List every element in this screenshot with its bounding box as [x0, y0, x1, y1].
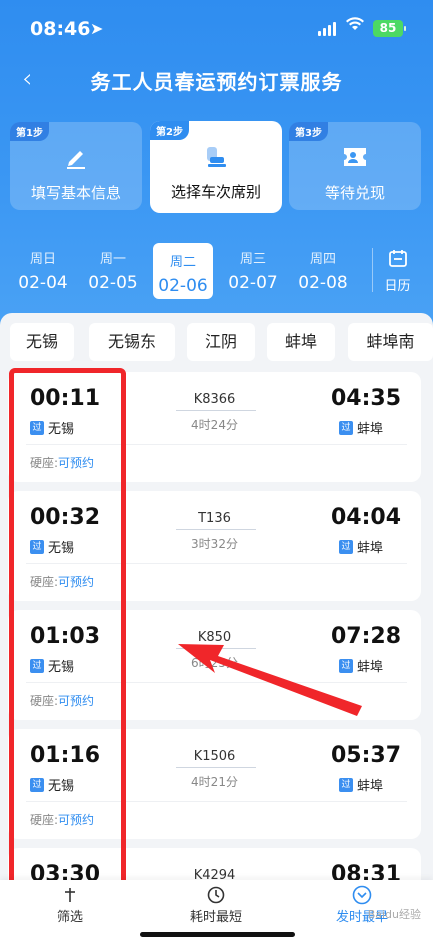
location-arrow-icon: ➤ [90, 19, 104, 38]
arrival-station: 过蚌埠 [338, 775, 383, 794]
arrival-time: 05:37 [330, 743, 401, 768]
pass-badge: 过 [338, 420, 353, 435]
step-1[interactable]: 第1步 填写基本信息 [10, 122, 142, 210]
station-chip[interactable]: 蚌埠 [267, 323, 335, 361]
pass-badge: 过 [338, 658, 353, 673]
station-chip[interactable]: 无锡东 [89, 323, 175, 361]
station-name: 蚌埠 [356, 660, 383, 675]
step-2[interactable]: 第2步 选择车次席别 [150, 121, 282, 213]
signal-icon [318, 22, 336, 36]
sort-shortest-button[interactable]: 耗时最短 [166, 884, 266, 925]
step-tag: 第2步 [150, 121, 189, 140]
step-tag: 第1步 [10, 122, 49, 141]
arrival-station: 过蚌埠 [338, 537, 383, 556]
wifi-icon [345, 16, 365, 37]
pass-badge: 过 [338, 777, 353, 792]
date-value: 02-05 [88, 273, 138, 293]
date-value: 02-06 [158, 276, 208, 296]
calendar-button[interactable]: 日历 [372, 248, 422, 294]
arrival-time: 04:04 [330, 505, 401, 530]
ticket-icon [289, 144, 421, 174]
calendar-label: 日历 [384, 279, 411, 294]
date-tab-0208[interactable]: 周四 02-08 [293, 248, 353, 293]
pencil-icon [10, 144, 142, 174]
station-filter-bar: 无锡 无锡东 江阴 蚌埠 蚌埠南 [0, 313, 433, 363]
status-time: 08:46 [30, 18, 91, 40]
seat-icon [150, 143, 282, 175]
station-chip[interactable]: 蚌埠南 [348, 323, 433, 361]
station-name: 蚌埠 [356, 422, 383, 437]
date-value: 02-07 [228, 273, 278, 293]
page-title: 务工人员春运预约订票服务 [90, 70, 343, 94]
earliest-icon [312, 884, 412, 906]
station-name: 蚌埠 [356, 779, 383, 794]
station-chip[interactable]: 江阴 [187, 323, 255, 361]
highlight-box-annotation [9, 368, 126, 895]
route-line [176, 767, 256, 768]
arrival-station: 过蚌埠 [338, 656, 383, 675]
step-3[interactable]: 第3步 等待兑现 [289, 122, 421, 210]
station-name: 蚌埠 [356, 541, 383, 556]
date-value: 02-04 [18, 273, 68, 293]
date-tab-0205[interactable]: 周一 02-05 [83, 248, 143, 293]
status-bar: 08:46 ➤ 85 [0, 0, 433, 60]
sort-shortest-label: 耗时最短 [189, 910, 242, 925]
step-label: 填写基本信息 [30, 184, 121, 202]
route-line [176, 410, 256, 411]
pass-badge: 过 [338, 539, 353, 554]
calendar-icon [388, 250, 407, 267]
arrival-station: 过蚌埠 [338, 418, 383, 437]
filter-icon [20, 884, 120, 906]
date-weekday: 周四 [309, 252, 336, 267]
step-label: 等待兑现 [324, 184, 385, 202]
arrival-time: 04:35 [330, 386, 401, 411]
route-line [176, 529, 256, 530]
date-weekday: 周一 [99, 252, 126, 267]
station-chip[interactable]: 无锡 [10, 323, 74, 361]
home-indicator[interactable] [140, 932, 295, 937]
filter-button[interactable]: 筛选 [20, 884, 120, 925]
battery-icon: 85 [373, 20, 406, 37]
date-tab-0207[interactable]: 周三 02-07 [223, 248, 283, 293]
date-weekday: 周三 [239, 252, 266, 267]
date-tab-0206[interactable]: 周二 02-06 [153, 243, 213, 299]
step-tag: 第3步 [289, 122, 328, 141]
route-line [176, 648, 256, 649]
watermark: Baidu经验 [367, 908, 421, 921]
date-weekday: 周日 [29, 252, 56, 267]
clock-icon [166, 884, 266, 906]
step-label: 选择车次席别 [170, 183, 261, 201]
filter-label: 筛选 [56, 910, 83, 925]
arrival-time: 07:28 [330, 624, 401, 649]
date-tab-0204[interactable]: 周日 02-04 [13, 248, 73, 293]
date-weekday: 周二 [169, 255, 196, 270]
date-value: 02-08 [298, 273, 348, 293]
